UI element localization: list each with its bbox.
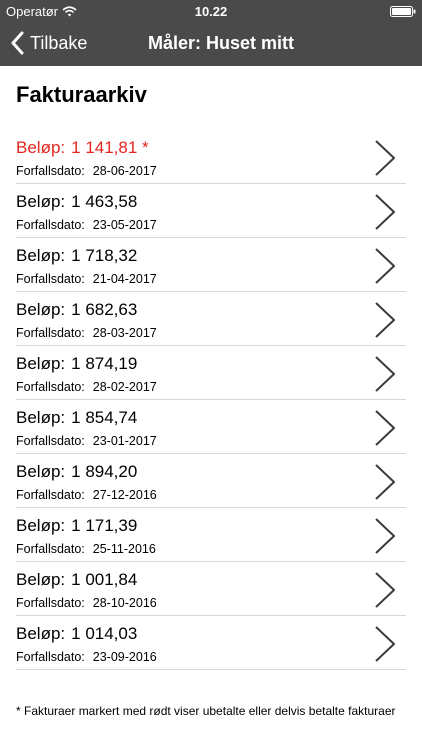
- invoice-row[interactable]: Beløp: 1 463,58 Forfallsdato: 23-05-2017: [16, 184, 406, 238]
- invoice-row[interactable]: Beløp: 1 682,63 Forfallsdato: 28-03-2017: [16, 292, 406, 346]
- invoice-amount: Beløp: 1 001,84: [16, 570, 137, 590]
- invoice-due-date: Forfallsdato: 23-05-2017: [16, 218, 157, 232]
- invoice-due-date: Forfallsdato: 28-02-2017: [16, 380, 157, 394]
- chevron-right-icon: [375, 302, 395, 338]
- footnote: * Fakturaer markert med rødt viser ubeta…: [16, 704, 396, 718]
- due-date-value: 21-04-2017: [92, 272, 157, 286]
- amount-value: 1 014,03: [71, 624, 138, 643]
- due-date-label: Forfallsdato:: [16, 326, 85, 340]
- due-date-value: 25-11-2016: [92, 542, 156, 556]
- amount-value: 1 854,74: [71, 408, 138, 427]
- due-date-label: Forfallsdato:: [16, 650, 85, 664]
- amount-value: 1 718,32: [71, 246, 138, 265]
- invoice-due-date: Forfallsdato: 28-06-2017: [16, 164, 157, 178]
- invoice-due-date: Forfallsdato: 23-09-2016: [16, 650, 157, 664]
- invoice-due-date: Forfallsdato: 23-01-2017: [16, 434, 157, 448]
- due-date-value: 28-06-2017: [92, 164, 157, 178]
- archive-heading: Fakturaarkiv: [16, 82, 147, 107]
- chevron-right-icon: [375, 518, 395, 554]
- due-date-label: Forfallsdato:: [16, 596, 85, 610]
- amount-value: 1 874,19: [71, 354, 138, 373]
- due-date-value: 28-02-2017: [92, 380, 157, 394]
- due-date-label: Forfallsdato:: [16, 272, 85, 286]
- invoice-due-date: Forfallsdato: 28-03-2017: [16, 326, 157, 340]
- due-date-label: Forfallsdato:: [16, 434, 85, 448]
- due-date-value: 28-03-2017: [92, 326, 157, 340]
- invoice-row[interactable]: Beløp: 1 874,19 Forfallsdato: 28-02-2017: [16, 346, 406, 400]
- amount-value: 1 141,81 *: [71, 138, 149, 157]
- chevron-right-icon: [375, 572, 395, 608]
- invoice-due-date: Forfallsdato: 21-04-2017: [16, 272, 157, 286]
- amount-label: Beløp:: [16, 192, 66, 211]
- amount-value: 1 682,63: [71, 300, 138, 319]
- due-date-label: Forfallsdato:: [16, 164, 85, 178]
- due-date-label: Forfallsdato:: [16, 380, 85, 394]
- invoice-amount: Beløp: 1 854,74: [16, 408, 137, 428]
- chevron-right-icon: [375, 410, 395, 446]
- invoice-row[interactable]: Beløp: 1 001,84 Forfallsdato: 28-10-2016: [16, 562, 406, 616]
- amount-label: Beløp:: [16, 516, 66, 535]
- invoice-due-date: Forfallsdato: 28-10-2016: [16, 596, 157, 610]
- due-date-value: 23-01-2017: [92, 434, 157, 448]
- invoice-row[interactable]: Beløp: 1 894,20 Forfallsdato: 27-12-2016: [16, 454, 406, 508]
- amount-label: Beløp:: [16, 300, 66, 319]
- amount-label: Beløp:: [16, 138, 66, 157]
- battery-icon: [390, 6, 416, 17]
- chevron-right-icon: [375, 356, 395, 392]
- chevron-right-icon: [375, 248, 395, 284]
- invoice-amount: Beløp: 1 718,32: [16, 246, 137, 266]
- invoice-amount: Beløp: 1 874,19: [16, 354, 137, 374]
- due-date-value: 28-10-2016: [92, 596, 157, 610]
- status-bar: Operatør 10.22: [0, 0, 422, 22]
- invoice-amount: Beløp: 1 141,81 *: [16, 138, 149, 158]
- invoice-list: Beløp: 1 141,81 * Forfallsdato: 28-06-2017 B…: [16, 130, 406, 670]
- due-date-value: 27-12-2016: [92, 488, 157, 502]
- page-title: Måler: Huset mitt: [147, 33, 295, 53]
- invoice-amount: Beløp: 1 682,63: [16, 300, 137, 320]
- due-date-label: Forfallsdato:: [16, 218, 85, 232]
- invoice-row[interactable]: Beløp: 1 141,81 * Forfallsdato: 28-06-2017: [16, 130, 406, 184]
- invoice-amount: Beløp: 1 014,03: [16, 624, 137, 644]
- amount-label: Beløp:: [16, 462, 66, 481]
- chevron-right-icon: [375, 140, 395, 176]
- chevron-right-icon: [375, 194, 395, 230]
- amount-label: Beløp:: [16, 624, 66, 643]
- chevron-right-icon: [375, 464, 395, 500]
- invoice-row[interactable]: Beløp: 1 171,39 Forfallsdato: 25-11-2016: [16, 508, 406, 562]
- invoice-due-date: Forfallsdato: 27-12-2016: [16, 488, 157, 502]
- due-date-label: Forfallsdato:: [16, 488, 85, 502]
- amount-value: 1 171,39: [71, 516, 138, 535]
- due-date-label: Forfallsdato:: [16, 542, 85, 556]
- invoice-amount: Beløp: 1 894,20: [16, 462, 137, 482]
- amount-label: Beløp:: [16, 354, 66, 373]
- chevron-right-icon: [375, 626, 395, 662]
- invoice-amount: Beløp: 1 463,58: [16, 192, 137, 212]
- invoice-amount: Beløp: 1 171,39: [16, 516, 137, 536]
- navigation-bar: Tilbake Måler: Huset mitt: [0, 22, 422, 66]
- amount-label: Beløp:: [16, 408, 66, 427]
- invoice-row[interactable]: Beløp: 1 718,32 Forfallsdato: 21-04-2017: [16, 238, 406, 292]
- due-date-value: 23-05-2017: [92, 218, 157, 232]
- due-date-value: 23-09-2016: [92, 650, 157, 664]
- amount-value: 1 001,84: [71, 570, 138, 589]
- amount-value: 1 463,58: [71, 192, 138, 211]
- amount-label: Beløp:: [16, 570, 66, 589]
- status-time: 10.22: [194, 4, 228, 19]
- invoice-row[interactable]: Beløp: 1 854,74 Forfallsdato: 23-01-2017: [16, 400, 406, 454]
- amount-value: 1 894,20: [71, 462, 138, 481]
- invoice-due-date: Forfallsdato: 25-11-2016: [16, 542, 156, 556]
- amount-label: Beløp:: [16, 246, 66, 265]
- invoice-row[interactable]: Beløp: 1 014,03 Forfallsdato: 23-09-2016: [16, 616, 406, 670]
